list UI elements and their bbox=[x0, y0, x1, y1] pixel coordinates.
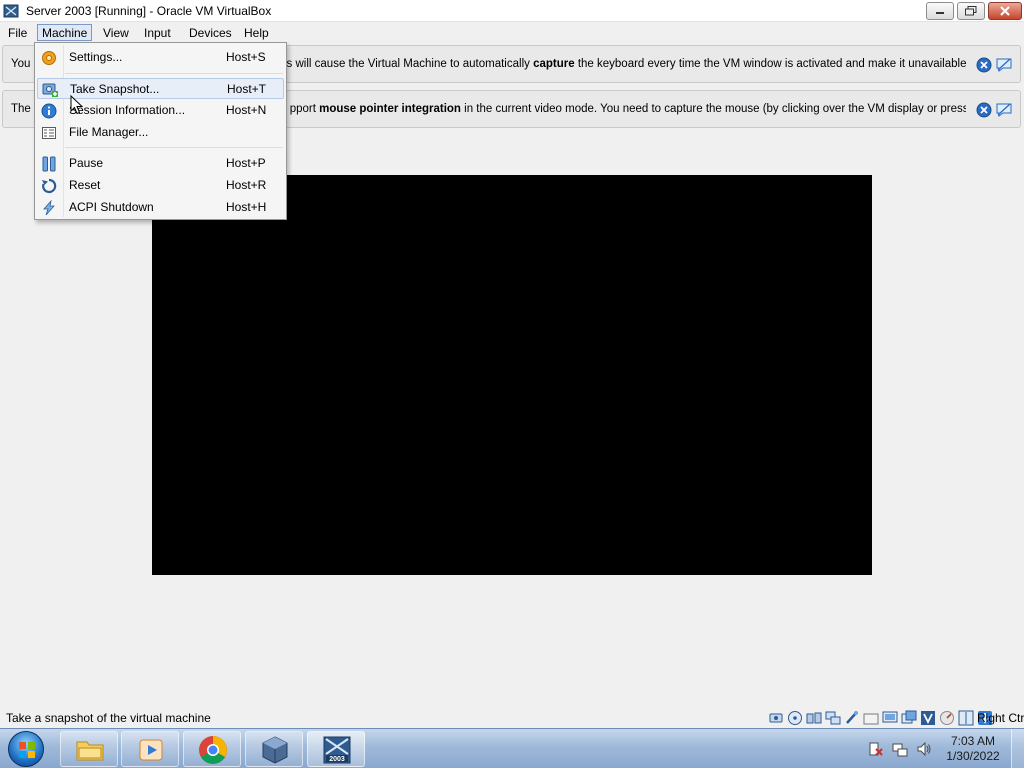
clock-date: 1/30/2022 bbox=[946, 749, 1000, 763]
pause-icon bbox=[42, 156, 56, 172]
menu-item-label: ACPI Shutdown bbox=[69, 200, 154, 214]
menu-item-acpi-shutdown[interactable]: ACPI Shutdown Host+H bbox=[37, 197, 284, 218]
taskbar-media-player[interactable] bbox=[121, 731, 179, 767]
banner-dont-show-icon[interactable] bbox=[995, 57, 1013, 73]
mouse-integration-icon[interactable] bbox=[958, 710, 974, 726]
windows-taskbar: 2003 7:03 AM 1/30/2022 bbox=[0, 728, 1024, 768]
menu-item-shortcut: Host+N bbox=[226, 103, 267, 117]
taskbar-virtualbox[interactable] bbox=[245, 731, 303, 767]
status-text: Take a snapshot of the virtual machine bbox=[6, 711, 211, 725]
server-2003-icon: 2003 bbox=[323, 736, 351, 764]
menu-separator bbox=[65, 147, 283, 148]
mouse-banner-bold: mouse pointer integration bbox=[319, 103, 461, 115]
windows-logo-icon bbox=[19, 742, 35, 758]
mouse-banner-middle: pport bbox=[289, 103, 320, 115]
volume-icon[interactable] bbox=[916, 741, 932, 757]
menu-file[interactable]: File bbox=[4, 24, 31, 41]
close-icon bbox=[1000, 6, 1010, 16]
info-icon bbox=[41, 103, 57, 119]
taskbar-explorer[interactable] bbox=[60, 731, 118, 767]
menu-item-label: Take Snapshot... bbox=[70, 82, 160, 96]
clock-time: 7:03 AM bbox=[950, 734, 996, 748]
display-icon[interactable] bbox=[882, 710, 898, 726]
file-manager-icon bbox=[42, 127, 56, 139]
machine-menu-dropdown: Settings... Host+S Take Snapshot... Host… bbox=[34, 42, 287, 220]
menu-item-shortcut: Host+T bbox=[227, 82, 267, 96]
cpu-icon[interactable] bbox=[939, 710, 955, 726]
network-tray-icon[interactable] bbox=[892, 741, 908, 757]
chrome-icon bbox=[199, 736, 227, 764]
menu-item-shortcut: Host+S bbox=[226, 50, 266, 64]
menu-devices[interactable]: Devices bbox=[185, 24, 236, 41]
minimize-icon bbox=[936, 12, 944, 14]
restore-button[interactable] bbox=[957, 2, 985, 20]
action-center-icon[interactable] bbox=[868, 741, 884, 757]
taskbar-clock[interactable]: 7:03 AM 1/30/2022 bbox=[940, 734, 1006, 764]
keyboard-banner-bold: capture bbox=[533, 58, 575, 70]
menu-input[interactable]: Input bbox=[140, 24, 175, 41]
menu-item-label: Reset bbox=[69, 178, 101, 192]
menu-item-label: Pause bbox=[69, 156, 104, 170]
menu-item-label: Settings... bbox=[69, 50, 123, 64]
shared-folders-icon[interactable] bbox=[863, 710, 879, 726]
virtualbox-icon bbox=[262, 736, 288, 764]
menu-item-label: File Manager... bbox=[69, 125, 149, 139]
title-bar: Server 2003 [Running] - Oracle VM Virtua… bbox=[0, 0, 1024, 22]
host-key-label[interactable]: Right Ctrl bbox=[977, 711, 1024, 725]
vm-display[interactable] bbox=[152, 175, 872, 575]
video-capture-icon[interactable] bbox=[901, 710, 917, 726]
mouse-cursor-icon bbox=[70, 95, 84, 115]
minimize-button[interactable] bbox=[926, 2, 954, 20]
audio-icon[interactable] bbox=[806, 710, 822, 726]
acpi-shutdown-icon bbox=[43, 200, 55, 216]
close-button[interactable] bbox=[988, 2, 1022, 20]
taskbar-server-2003-vm[interactable]: 2003 bbox=[307, 731, 365, 767]
hard-disk-icon[interactable] bbox=[768, 710, 784, 726]
optical-drive-icon[interactable] bbox=[787, 710, 803, 726]
menu-bar: File Machine View Input Devices Help bbox=[0, 22, 1024, 42]
menu-item-shortcut: Host+P bbox=[226, 156, 266, 170]
folder-icon bbox=[76, 741, 104, 761]
network-icon[interactable] bbox=[825, 710, 841, 726]
virtualization-icon[interactable] bbox=[920, 710, 936, 726]
menu-item-shortcut: Host+H bbox=[226, 200, 267, 214]
menu-item-settings[interactable]: Settings... Host+S bbox=[37, 47, 284, 68]
menu-item-reset[interactable]: Reset Host+R bbox=[37, 175, 284, 196]
media-player-icon bbox=[139, 739, 163, 761]
mouse-banner-suffix: in the current video mode. You need to c… bbox=[460, 103, 966, 115]
restore-icon bbox=[965, 6, 977, 16]
banner-dont-show-icon[interactable] bbox=[995, 102, 1013, 118]
settings-gear-icon bbox=[42, 51, 56, 65]
virtualbox-app-icon[interactable] bbox=[3, 3, 19, 19]
menu-view[interactable]: View bbox=[99, 24, 133, 41]
taskbar-chrome[interactable] bbox=[183, 731, 241, 767]
banner-close-icon[interactable] bbox=[976, 102, 992, 118]
menu-item-shortcut: Host+R bbox=[226, 178, 267, 192]
keyboard-banner-suffix: the keyboard every time the VM window is… bbox=[574, 58, 966, 70]
usb-icon[interactable] bbox=[844, 710, 860, 726]
server-2003-badge-text: 2003 bbox=[329, 756, 345, 763]
menu-help[interactable]: Help bbox=[240, 24, 273, 41]
status-bar: Take a snapshot of the virtual machine R… bbox=[0, 708, 1024, 728]
status-indicators bbox=[768, 710, 993, 726]
banner-close-icon[interactable] bbox=[976, 57, 992, 73]
menu-machine[interactable]: Machine bbox=[37, 24, 93, 41]
start-button[interactable] bbox=[8, 731, 44, 767]
keyboard-banner-middle: n. This will cause the Virtual Machine t… bbox=[258, 58, 534, 70]
menu-item-file-manager[interactable]: File Manager... bbox=[37, 122, 284, 143]
menu-separator bbox=[65, 73, 283, 74]
menu-item-pause[interactable]: Pause Host+P bbox=[37, 153, 284, 174]
reset-icon bbox=[42, 178, 57, 194]
snapshot-icon bbox=[42, 83, 58, 97]
show-desktop-button[interactable] bbox=[1011, 729, 1024, 768]
window-title: Server 2003 [Running] - Oracle VM Virtua… bbox=[26, 4, 272, 18]
menu-item-label: Session Information... bbox=[69, 103, 186, 117]
